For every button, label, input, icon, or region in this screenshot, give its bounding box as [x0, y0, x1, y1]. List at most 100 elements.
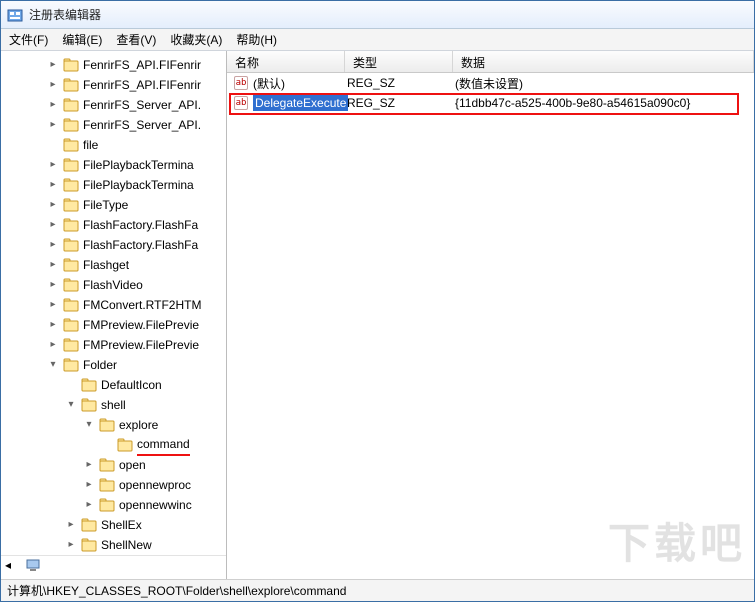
- tree-item[interactable]: ▸ open: [1, 455, 226, 475]
- tree-item[interactable]: ▸ FlashVideo: [1, 275, 226, 295]
- menu-help[interactable]: 帮助(H): [236, 31, 277, 48]
- tree-item-label: FenrirFS_API.FIFenrir: [83, 55, 201, 75]
- tree-item[interactable]: ▸ FilePlaybackTermina: [1, 175, 226, 195]
- tree-item-label: FMPreview.FilePrevie: [83, 315, 199, 335]
- tree-item[interactable]: ▸ FenrirFS_API.FIFenrir: [1, 55, 226, 75]
- tree-item[interactable]: ▾shell: [1, 395, 226, 415]
- menu-edit[interactable]: 编辑(E): [62, 31, 102, 48]
- menu-view[interactable]: 查看(V): [116, 31, 156, 48]
- expand-closed-icon[interactable]: ▸: [65, 539, 77, 551]
- menu-favorites[interactable]: 收藏夹(A): [170, 31, 222, 48]
- tree-item-label: Folder: [83, 355, 117, 375]
- tree-item-label: opennewproc: [119, 475, 191, 495]
- menu-file[interactable]: 文件(F): [9, 31, 48, 48]
- col-name-header[interactable]: 名称: [227, 51, 345, 72]
- folder-icon: [63, 338, 79, 352]
- folder-icon: [99, 498, 115, 512]
- titlebar[interactable]: 注册表编辑器: [1, 1, 754, 29]
- values-list[interactable]: ab (默认) REG_SZ (数值未设置) ab DelegateExecut…: [227, 73, 754, 579]
- tree-item[interactable]: ▸FenrirFS_Server_API.: [1, 95, 226, 115]
- tree-item[interactable]: file: [1, 135, 226, 155]
- folder-icon: [63, 158, 79, 172]
- expand-open-icon[interactable]: ▾: [65, 399, 77, 411]
- expand-closed-icon[interactable]: ▸: [47, 299, 59, 311]
- tree-item[interactable]: ▾ Folder: [1, 355, 226, 375]
- tree-item[interactable]: ▸Flashget: [1, 255, 226, 275]
- tree-item-label: FMPreview.FilePrevie: [83, 335, 199, 355]
- tree-item-label: ShellNew: [101, 535, 152, 555]
- expand-closed-icon[interactable]: ▸: [47, 79, 59, 91]
- statusbar-path: 计算机\HKEY_CLASSES_ROOT\Folder\shell\explo…: [7, 582, 346, 599]
- expand-closed-icon[interactable]: ▸: [47, 219, 59, 231]
- tree-item[interactable]: ▸ opennewwinc: [1, 495, 226, 515]
- folder-icon: [99, 478, 115, 492]
- value-type: REG_SZ: [347, 96, 455, 110]
- tree-item-label: FilePlaybackTermina: [83, 175, 194, 195]
- tree-item-label: command: [137, 434, 190, 456]
- folder-icon: [63, 218, 79, 232]
- expand-closed-icon[interactable]: ▸: [47, 239, 59, 251]
- tree-item-label: open: [119, 455, 146, 475]
- expand-open-icon[interactable]: ▾: [83, 419, 95, 431]
- tree-item[interactable]: ▸ FMConvert.RTF2HTM: [1, 295, 226, 315]
- tree-pane[interactable]: ▸ FenrirFS_API.FIFenrir ▸ FenrirFS_API.FIFe…: [1, 51, 227, 579]
- folder-icon: [81, 378, 97, 392]
- expand-closed-icon[interactable]: ▸: [47, 99, 59, 111]
- expand-closed-icon[interactable]: ▸: [47, 59, 59, 71]
- window-title: 注册表编辑器: [29, 6, 101, 23]
- expand-closed-icon[interactable]: ▸: [47, 199, 59, 211]
- value-row-delegateexecute[interactable]: ab DelegateExecute REG_SZ {11dbb47c-a525…: [227, 93, 754, 113]
- expand-closed-icon[interactable]: ▸: [47, 159, 59, 171]
- tree-item-label: FenrirFS_API.FIFenrir: [83, 75, 201, 95]
- expand-closed-icon[interactable]: ▸: [47, 279, 59, 291]
- tree-item[interactable]: ▸FenrirFS_Server_API.: [1, 115, 226, 135]
- value-data: {11dbb47c-a525-400b-9e80-a54615a090c0}: [455, 96, 754, 110]
- tree-item[interactable]: ▸ FilePlaybackTermina: [1, 155, 226, 175]
- tree-item[interactable]: ▸FlashFactory.FlashFa: [1, 235, 226, 255]
- expand-closed-icon[interactable]: ▸: [83, 499, 95, 511]
- tree-item[interactable]: command: [1, 435, 226, 455]
- folder-icon: [63, 78, 79, 92]
- expand-closed-icon[interactable]: ▸: [83, 479, 95, 491]
- folder-icon: [63, 98, 79, 112]
- tree-item[interactable]: ▸FlashFactory.FlashFa: [1, 215, 226, 235]
- tree-item[interactable]: ▸ShellEx: [1, 515, 226, 535]
- expand-closed-icon[interactable]: ▸: [47, 179, 59, 191]
- col-data-header[interactable]: 数据: [453, 51, 754, 72]
- computer-icon[interactable]: [25, 558, 41, 572]
- expand-closed-icon[interactable]: ▸: [47, 259, 59, 271]
- col-type-header[interactable]: 类型: [345, 51, 453, 72]
- body: ▸ FenrirFS_API.FIFenrir ▸ FenrirFS_API.FIFe…: [1, 51, 754, 579]
- expand-closed-icon[interactable]: ▸: [47, 339, 59, 351]
- tree-item[interactable]: DefaultIcon: [1, 375, 226, 395]
- app-icon: [7, 7, 23, 23]
- tree-item[interactable]: ▸ FMPreview.FilePrevie: [1, 315, 226, 335]
- expand-closed-icon[interactable]: ▸: [65, 519, 77, 531]
- expand-open-icon[interactable]: ▾: [47, 359, 59, 371]
- tree-item[interactable]: ▸ FMPreview.FilePrevie: [1, 335, 226, 355]
- values-pane: 名称 类型 数据 ab (默认) REG_SZ (数值未设置) ab Deleg…: [227, 51, 754, 579]
- tree-item-label: explore: [119, 415, 158, 435]
- tree-item[interactable]: ▸ FenrirFS_API.FIFenrir: [1, 75, 226, 95]
- tree-item[interactable]: ▸ ShellNew: [1, 535, 226, 555]
- expand-closed-icon[interactable]: ▸: [47, 319, 59, 331]
- expand-closed-icon[interactable]: ▸: [47, 119, 59, 131]
- tree-item-label: FilePlaybackTermina: [83, 155, 194, 175]
- folder-icon: [63, 138, 79, 152]
- value-type: REG_SZ: [347, 76, 455, 90]
- watermark: 下载吧: [608, 510, 746, 571]
- statusbar: 计算机\HKEY_CLASSES_ROOT\Folder\shell\explo…: [1, 579, 754, 601]
- folder-icon: [63, 298, 79, 312]
- expand-closed-icon[interactable]: ▸: [83, 459, 95, 471]
- menubar: 文件(F) 编辑(E) 查看(V) 收藏夹(A) 帮助(H): [1, 29, 754, 51]
- tree-item[interactable]: ▾ explore: [1, 415, 226, 435]
- value-row-default[interactable]: ab (默认) REG_SZ (数值未设置): [227, 73, 754, 93]
- expand-none-icon: [47, 139, 59, 151]
- tree-item-label: FMConvert.RTF2HTM: [83, 295, 201, 315]
- tree-item[interactable]: ▸ opennewproc: [1, 475, 226, 495]
- tree-item-label: opennewwinc: [119, 495, 192, 515]
- tree-item[interactable]: ▸FileType: [1, 195, 226, 215]
- tree-item-label: FlashVideo: [83, 275, 143, 295]
- column-headers[interactable]: 名称 类型 数据: [227, 51, 754, 73]
- string-value-icon: ab: [233, 75, 249, 91]
